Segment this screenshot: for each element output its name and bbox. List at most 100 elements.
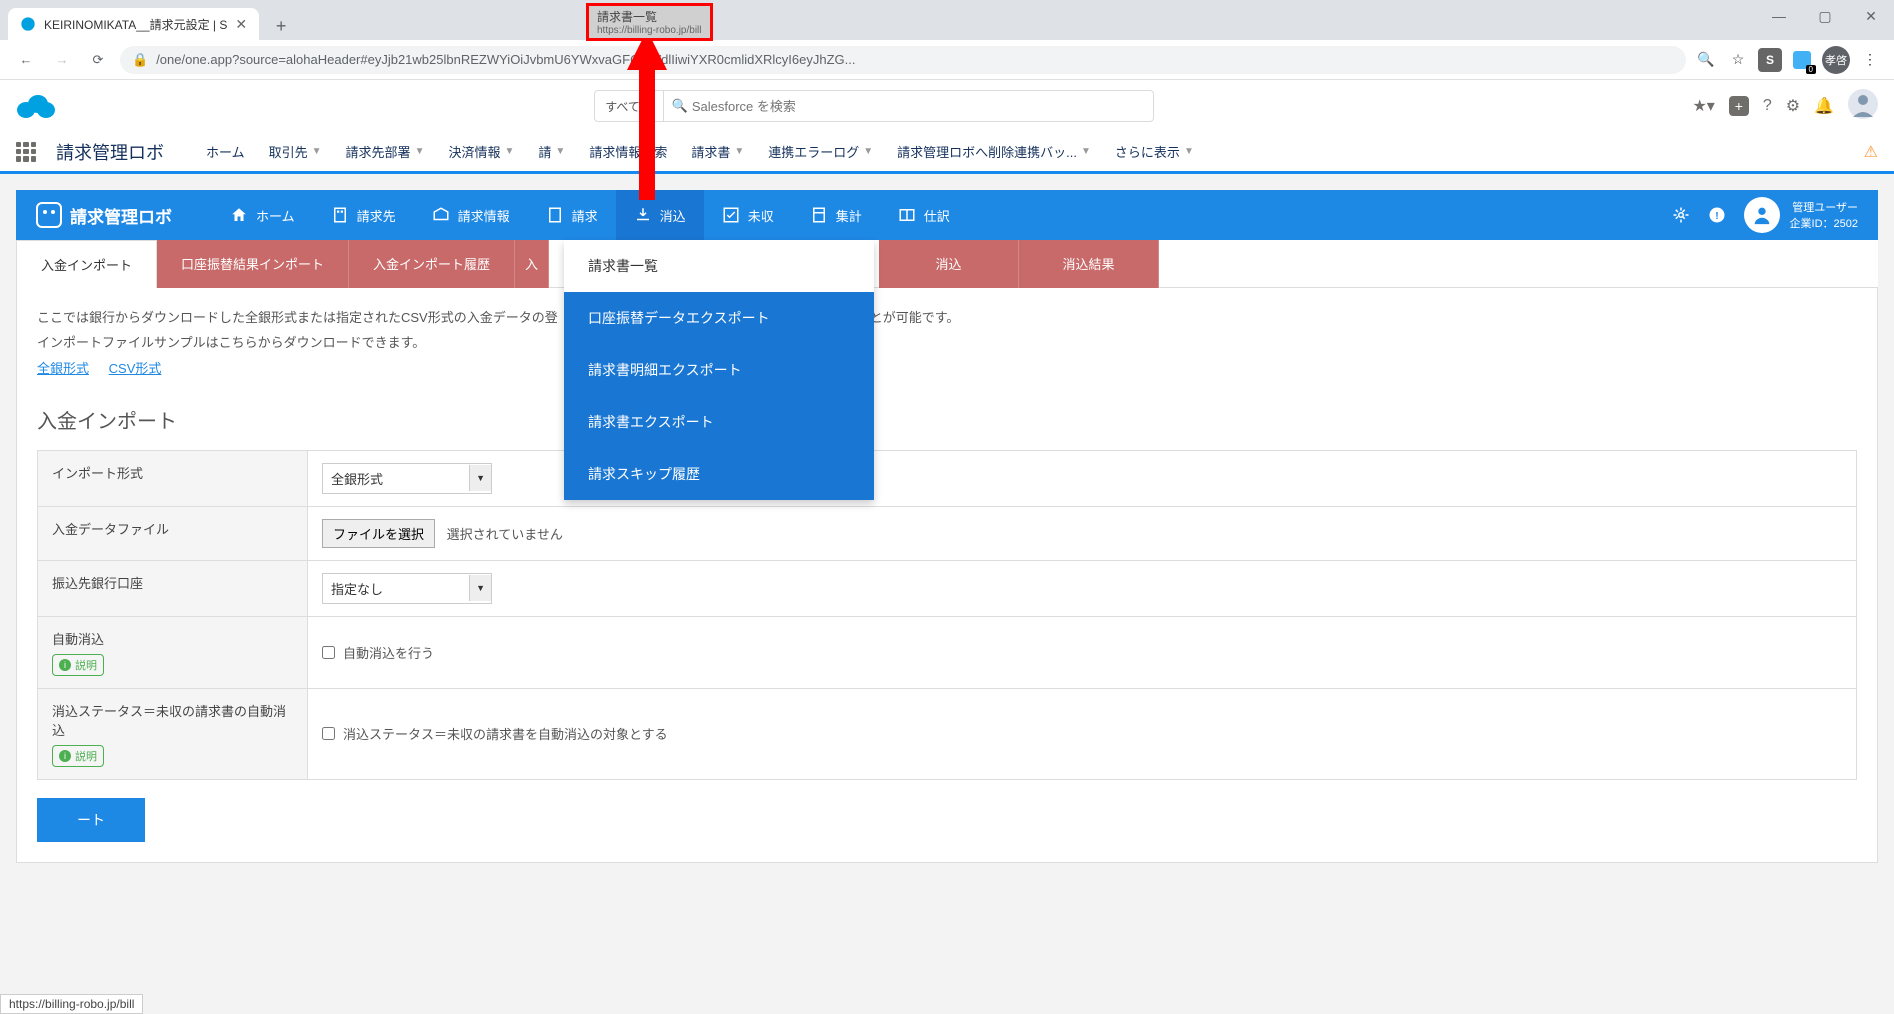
label-unpaid-auto: 消込ステータス＝未収の請求書の自動消込 i説明 bbox=[38, 688, 308, 779]
tab-partial[interactable]: 入 bbox=[515, 240, 549, 288]
tab-clearing[interactable]: 消込 bbox=[879, 240, 1019, 288]
blue-right-controls: ! 管理ユーザー 企業ID：2502 bbox=[1672, 197, 1858, 233]
checkbox-auto-clearing[interactable]: 自動消込を行う bbox=[322, 643, 1842, 662]
layout-icon bbox=[898, 206, 916, 224]
back-button[interactable]: ← bbox=[12, 46, 40, 74]
section-title: 入金インポート bbox=[37, 405, 1857, 434]
close-tab-icon[interactable]: ✕ bbox=[235, 16, 247, 33]
download-icon bbox=[634, 206, 652, 224]
select-import-format[interactable]: 全銀形式▼ bbox=[322, 463, 492, 494]
salesforce-logo-icon[interactable] bbox=[16, 92, 56, 120]
minimize-icon[interactable]: — bbox=[1756, 0, 1802, 32]
sf-nav-errorlog[interactable]: 連携エラーログ▼ bbox=[758, 133, 883, 171]
search-icon: 🔍 bbox=[672, 98, 688, 114]
dropdown-item-skip-history[interactable]: 請求スキップ履歴 bbox=[564, 448, 874, 500]
sf-nav-dept[interactable]: 請求先部署▼ bbox=[336, 133, 435, 171]
sf-nav-more[interactable]: さらに表示▼ bbox=[1105, 133, 1204, 171]
browser-toolbar: ← → ⟳ 🔒 /one/one.app?source=alohaHeader#… bbox=[0, 40, 1894, 80]
star-icon[interactable]: ☆ bbox=[1726, 48, 1750, 72]
robo-logo-icon bbox=[36, 202, 62, 228]
search-glass-icon[interactable]: 🔍 bbox=[1694, 48, 1718, 72]
link-zengin[interactable]: 全銀形式 bbox=[37, 361, 89, 376]
browser-tab-strip: KEIRINOMIKATA__請求元設定 | S ✕ + — ▢ ✕ 請求書一覧… bbox=[0, 0, 1894, 40]
blue-nav-bill[interactable]: 請求 bbox=[528, 190, 616, 240]
sf-nav-payment[interactable]: 決済情報▼ bbox=[438, 133, 524, 171]
settings-icon[interactable]: ⚙ bbox=[1786, 96, 1800, 116]
app-launcher-icon[interactable] bbox=[16, 142, 36, 162]
blue-nav-home[interactable]: ホーム bbox=[212, 190, 313, 240]
help-badge-auto[interactable]: i説明 bbox=[52, 654, 104, 676]
window-controls: — ▢ ✕ bbox=[1756, 0, 1894, 32]
notification-icon[interactable]: 🔔 bbox=[1814, 96, 1834, 116]
check-icon bbox=[722, 206, 740, 224]
browser-tab[interactable]: KEIRINOMIKATA__請求元設定 | S ✕ bbox=[8, 8, 259, 40]
select-bank-account[interactable]: 指定なし▼ bbox=[322, 573, 492, 604]
file-choose-button[interactable]: ファイルを選択 bbox=[322, 519, 435, 548]
add-icon[interactable]: + bbox=[1729, 96, 1749, 116]
forward-button[interactable]: → bbox=[48, 46, 76, 74]
tab-import-history[interactable]: 入金インポート履歴 bbox=[349, 240, 515, 288]
annotation-arrow-icon bbox=[627, 30, 667, 200]
info-icon[interactable]: ! bbox=[1708, 206, 1726, 224]
tab-deposit-import[interactable]: 入金インポート bbox=[16, 240, 157, 288]
checkbox-unpaid-auto[interactable]: 消込ステータス＝未収の請求書を自動消込の対象とする bbox=[322, 724, 1842, 743]
sf-header-icons: ★▾ + ? ⚙ 🔔 bbox=[1692, 89, 1878, 124]
sample-links: 全銀形式 CSV形式 bbox=[37, 358, 1857, 377]
description-line2: インポートファイルサンプルはこちらからダウンロードできます。 bbox=[37, 333, 1857, 354]
sf-nav-accounts[interactable]: 取引先▼ bbox=[259, 133, 332, 171]
dropdown-item-detail-export[interactable]: 請求書明細エクスポート bbox=[564, 344, 874, 396]
help-badge-unpaid[interactable]: i説明 bbox=[52, 745, 104, 767]
sf-nav-invoice[interactable]: 請求書▼ bbox=[681, 133, 754, 171]
help-icon[interactable]: ? bbox=[1763, 97, 1772, 115]
sf-nav-items: ホーム 取引先▼ 請求先部署▼ 決済情報▼ 請▼ 請求情報検索 請求書▼ 連携エ… bbox=[196, 133, 1856, 171]
browser-menu-icon[interactable]: ⋮ bbox=[1858, 48, 1882, 72]
user-avatar-icon[interactable] bbox=[1848, 89, 1878, 124]
address-bar[interactable]: 🔒 /one/one.app?source=alohaHeader#eyJjb2… bbox=[120, 46, 1686, 74]
tooltip-url: https://billing-robo.jp/bill bbox=[597, 25, 702, 36]
tab-clearing-result[interactable]: 消込結果 bbox=[1019, 240, 1159, 288]
blue-nav-journal[interactable]: 仕訳 bbox=[880, 190, 968, 240]
reload-button[interactable]: ⟳ bbox=[84, 46, 112, 74]
label-bank-account: 振込先銀行口座 bbox=[38, 560, 308, 616]
app-logo[interactable]: 請求管理ロボ bbox=[36, 202, 172, 228]
submit-import-button[interactable]: ート bbox=[37, 798, 145, 842]
inbox-icon bbox=[432, 206, 450, 224]
sf-nav-bill-x[interactable]: 請▼ bbox=[528, 133, 575, 171]
home-icon bbox=[230, 206, 248, 224]
tab-content: ここでは銀行からダウンロードした全銀形式または指定されたCSV形式の入金データの… bbox=[16, 287, 1878, 863]
tab-transfer-result-import[interactable]: 口座振替結果インポート bbox=[157, 240, 349, 288]
description-line1: ここでは銀行からダウンロードした全銀形式または指定されたCSV形式の入金データの… bbox=[37, 308, 1857, 329]
building-icon bbox=[331, 206, 349, 224]
dropdown-item-transfer-export[interactable]: 口座振替データエクスポート bbox=[564, 292, 874, 344]
blue-nav-unpaid[interactable]: 未収 bbox=[704, 190, 792, 240]
app-title: 請求管理ロボ bbox=[70, 203, 172, 228]
import-form: インポート形式 全銀形式▼ 入金データファイル ファイルを選択 選択されていませ… bbox=[37, 450, 1857, 780]
blue-nav-client[interactable]: 請求先 bbox=[313, 190, 414, 240]
blue-nav-billinfo[interactable]: 請求情報 bbox=[414, 190, 528, 240]
sf-nav-delete-batch[interactable]: 請求管理ロボへ削除連携バッ...▼ bbox=[887, 133, 1101, 171]
url-text: /one/one.app?source=alohaHeader#eyJjb21w… bbox=[156, 52, 855, 67]
favorite-icon[interactable]: ★▾ bbox=[1692, 96, 1714, 116]
ext-s-icon[interactable]: S bbox=[1758, 48, 1782, 72]
close-window-icon[interactable]: ✕ bbox=[1848, 0, 1894, 32]
gear-icon[interactable] bbox=[1672, 206, 1690, 224]
new-tab-button[interactable]: + bbox=[267, 12, 295, 40]
alert-icon[interactable]: ⚠ bbox=[1864, 142, 1878, 162]
link-csv[interactable]: CSV形式 bbox=[109, 361, 162, 376]
blue-nav-aggregate[interactable]: 集計 bbox=[792, 190, 880, 240]
label-import-format: インポート形式 bbox=[38, 450, 308, 506]
browser-status-bar: https://billing-robo.jp/bill bbox=[0, 994, 143, 1014]
tab-title: KEIRINOMIKATA__請求元設定 | S bbox=[44, 16, 227, 33]
sf-search-input[interactable] bbox=[664, 99, 1153, 114]
user-menu[interactable]: 管理ユーザー 企業ID：2502 bbox=[1744, 197, 1858, 233]
dropdown-item-bill-list[interactable]: 請求書一覧 bbox=[564, 240, 874, 292]
profile-avatar[interactable]: 孝啓 bbox=[1822, 46, 1850, 74]
app-frame: 請求管理ロボ ホーム 請求先 請求情報 請求 bbox=[16, 190, 1878, 863]
sf-nav-home[interactable]: ホーム bbox=[196, 133, 255, 171]
salesforce-header: すべて ▼ 🔍 ★▾ + ? ⚙ 🔔 bbox=[0, 80, 1894, 132]
ext-lastpass-icon[interactable]: 0 bbox=[1790, 48, 1814, 72]
file-status: 選択されていません bbox=[447, 527, 563, 542]
maximize-icon[interactable]: ▢ bbox=[1802, 0, 1848, 32]
dropdown-item-bill-export[interactable]: 請求書エクスポート bbox=[564, 396, 874, 448]
label-data-file: 入金データファイル bbox=[38, 506, 308, 560]
